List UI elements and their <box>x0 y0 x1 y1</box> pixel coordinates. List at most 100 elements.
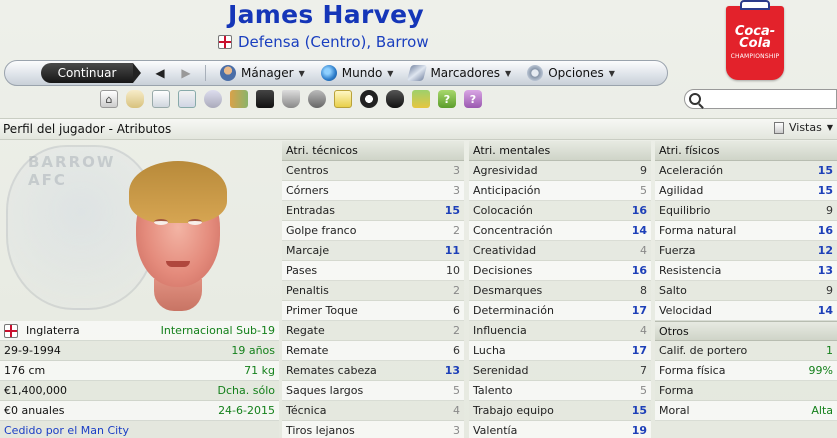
finances-icon[interactable] <box>412 90 430 108</box>
attribute-value: 17 <box>631 344 647 357</box>
attribute-value: 5 <box>453 384 460 397</box>
manager-icon <box>220 65 236 81</box>
attribute-value: 15 <box>817 164 833 177</box>
attribute-value: 2 <box>453 324 460 337</box>
attribute-name: Velocidad <box>659 304 713 317</box>
physical-attribute-row: Agilidad 15 <box>655 181 837 201</box>
mental-attribute-row: Serenidad 7 <box>469 361 651 381</box>
trophy-icon[interactable] <box>282 90 300 108</box>
attribute-value: 16 <box>631 204 647 217</box>
player-face <box>118 161 238 311</box>
attribute-name: Determinación <box>473 304 554 317</box>
attribute-name: Tiros lejanos <box>286 424 355 437</box>
coca-cola-championship-badge: Coca-Cola CHAMPIONSHIP <box>726 0 784 80</box>
views-dropdown[interactable]: Vistas ▼ <box>773 121 833 134</box>
technical-attribute-row: Pases 10 <box>282 261 464 281</box>
mental-attribute-row: Decisiones 16 <box>469 261 651 281</box>
mental-attribute-row: Anticipación 5 <box>469 181 651 201</box>
world-menu-label: Mundo <box>341 66 383 80</box>
player-position-club[interactable]: Defensa (Centro), Barrow <box>238 33 429 51</box>
mental-attribute-row: Determinación 17 <box>469 301 651 321</box>
attribute-value: 4 <box>453 404 460 417</box>
england-flag-icon <box>218 35 232 49</box>
back-arrow-icon[interactable]: ◀ <box>147 63 173 83</box>
main-navigation: Continuar ◀ ▶ Mánager ▼ Mundo ▼ Marcador… <box>4 60 668 86</box>
search-input[interactable] <box>707 92 835 106</box>
other-header: Otros <box>655 321 837 341</box>
nationality[interactable]: Inglaterra <box>26 324 80 337</box>
manager-menu[interactable]: Mánager ▼ <box>212 65 313 81</box>
clipboard-icon[interactable] <box>334 90 352 108</box>
attribute-name: Penaltis <box>286 284 329 297</box>
attribute-value: 15 <box>444 204 460 217</box>
other-name: Forma física <box>659 364 726 377</box>
continue-button[interactable]: Continuar <box>41 63 141 83</box>
technical-header: Atri. técnicos <box>282 141 464 161</box>
attribute-value: 9 <box>826 284 833 297</box>
attribute-value: 3 <box>453 164 460 177</box>
document-icon[interactable] <box>152 90 170 108</box>
question-icon[interactable]: ? <box>464 90 482 108</box>
calendar-icon[interactable] <box>178 90 196 108</box>
binoculars-icon[interactable] <box>386 90 404 108</box>
football-icon[interactable] <box>360 90 378 108</box>
mental-attribute-row: Concentración 14 <box>469 221 651 241</box>
loan-link[interactable]: Cedido por el Man City <box>4 424 129 437</box>
search-icon[interactable] <box>689 93 701 105</box>
home-icon[interactable]: ⌂ <box>100 90 118 108</box>
mental-header: Atri. mentales <box>469 141 651 161</box>
info-row-physique: 176 cm 71 kg <box>0 361 279 381</box>
technical-attribute-row: Remates cabeza 13 <box>282 361 464 381</box>
options-menu-label: Opciones <box>548 66 604 80</box>
staff-icon[interactable] <box>308 90 326 108</box>
other-name: Moral <box>659 404 690 417</box>
mental-attribute-row: Lucha 17 <box>469 341 651 361</box>
attribute-value: 8 <box>640 284 647 297</box>
mental-attribute-row: Agresividad 9 <box>469 161 651 181</box>
tactics-icon[interactable] <box>256 90 274 108</box>
inbox-icon[interactable] <box>126 90 144 108</box>
attribute-value: 3 <box>453 184 460 197</box>
attribute-name: Agilidad <box>659 184 704 197</box>
attribute-name: Colocación <box>473 204 533 217</box>
chevron-down-icon: ▼ <box>826 123 833 132</box>
physical-attributes: Atri. físicos Aceleración 15 Agilidad 15 Equ… <box>655 141 837 438</box>
transfer-icon[interactable] <box>230 90 248 108</box>
preferred-foot: Dcha. sólo <box>217 384 275 397</box>
technical-attribute-row: Primer Toque 6 <box>282 301 464 321</box>
attribute-value: 13 <box>444 364 460 377</box>
attribute-value: 19 <box>631 424 647 437</box>
technical-attribute-row: Remate 6 <box>282 341 464 361</box>
info-row-value: €1,400,000 Dcha. sólo <box>0 381 279 401</box>
chevron-down-icon: ▼ <box>387 68 394 78</box>
attribute-name: Concentración <box>473 224 553 237</box>
forward-arrow-icon[interactable]: ▶ <box>173 63 199 83</box>
chevron-down-icon: ▼ <box>298 68 305 78</box>
attribute-value: 6 <box>453 304 460 317</box>
attribute-value: 17 <box>631 304 647 317</box>
attribute-name: Aceleración <box>659 164 724 177</box>
bookmarks-menu[interactable]: Marcadores ▼ <box>401 65 519 81</box>
other-name: Calif. de portero <box>659 344 748 357</box>
technical-attribute-row: Golpe franco 2 <box>282 221 464 241</box>
gear-icon <box>527 65 544 81</box>
physical-attribute-row: Forma natural 16 <box>655 221 837 241</box>
help-icon[interactable]: ? <box>438 90 456 108</box>
attribute-name: Marcaje <box>286 244 330 257</box>
attribute-name: Remates cabeza <box>286 364 377 377</box>
info-row-dob: 29-9-1994 19 años <box>0 341 279 361</box>
technical-attribute-row: Regate 2 <box>282 321 464 341</box>
mental-attribute-row: Trabajo equipo 15 <box>469 401 651 421</box>
world-menu[interactable]: Mundo ▼ <box>313 65 402 81</box>
squad-icon[interactable] <box>204 90 222 108</box>
international-status: Internacional Sub-19 <box>160 324 275 337</box>
attribute-value: 2 <box>453 284 460 297</box>
attribute-name: Remate <box>286 344 329 357</box>
wage: €0 anuales <box>4 404 65 417</box>
mental-attribute-row: Talento 5 <box>469 381 651 401</box>
mental-attributes: Atri. mentales Agresividad 9 Anticipación 5… <box>469 141 651 438</box>
attribute-name: Fuerza <box>659 244 696 257</box>
technical-attribute-row: Penaltis 2 <box>282 281 464 301</box>
attribute-name: Resistencia <box>659 264 722 277</box>
options-menu[interactable]: Opciones ▼ <box>519 65 623 81</box>
